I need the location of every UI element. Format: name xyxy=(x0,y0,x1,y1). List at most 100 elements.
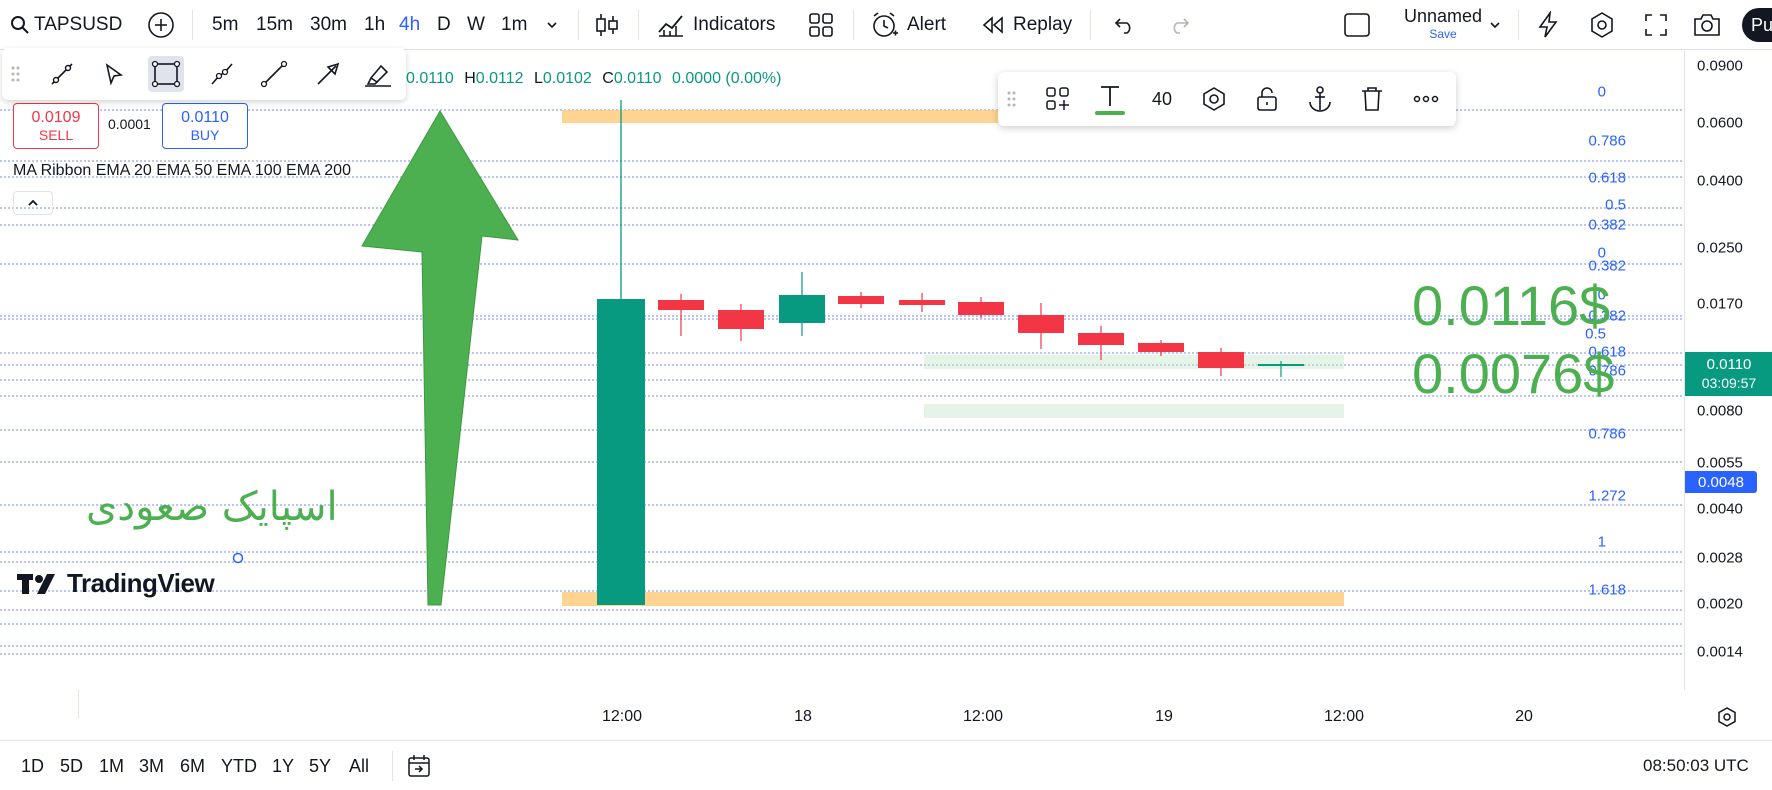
range-1d[interactable]: 1D xyxy=(21,741,44,790)
range-3m[interactable]: 3M xyxy=(139,741,164,790)
undo-icon xyxy=(1114,15,1136,35)
range-5d[interactable]: 5D xyxy=(60,741,83,790)
interval-d[interactable]: D xyxy=(437,0,451,50)
candle xyxy=(958,302,1004,315)
interval-15m[interactable]: 15m xyxy=(256,0,293,50)
highlighter-tool[interactable] xyxy=(360,56,396,92)
symbol-search[interactable]: TAPSUSD xyxy=(10,0,122,50)
sell-button[interactable]: 0.0109 SELL xyxy=(13,103,99,149)
anchor-button[interactable] xyxy=(1302,81,1338,117)
chart-pane[interactable]: 0 0.786 0.618 0.5 0.382 0 0.382 0 0.382 0.5 0.618 0… xyxy=(0,50,1684,690)
range-1y[interactable]: 1Y xyxy=(272,741,294,790)
interval-1m[interactable]: 1m xyxy=(501,0,527,50)
trend-line-tool[interactable] xyxy=(44,56,80,92)
drawing-settings-button[interactable] xyxy=(1196,81,1232,117)
arrow-tool[interactable] xyxy=(310,56,346,92)
price-axis[interactable]: 0.0900 0.0600 0.0400 0.0250 0.0170 0.008… xyxy=(1684,50,1772,690)
layout-menu-button[interactable] xyxy=(1343,0,1371,50)
range-label: All xyxy=(349,755,370,776)
drawing-settings-toolbar: 40 xyxy=(998,72,1456,126)
add-template-button[interactable] xyxy=(1040,81,1076,117)
divider xyxy=(392,751,393,781)
range-label: 1D xyxy=(21,755,45,776)
rectangle-tool[interactable] xyxy=(148,56,184,92)
drag-handle[interactable] xyxy=(1002,81,1020,117)
goto-date-button[interactable] xyxy=(406,741,432,790)
cursor-tool[interactable] xyxy=(96,56,132,92)
font-size-button[interactable]: 40 xyxy=(1144,81,1180,117)
drawing-price-marker: 0.0048 xyxy=(1685,471,1757,493)
divider xyxy=(853,10,854,40)
bar-countdown: 03:09:57 xyxy=(1701,375,1757,391)
price-tick: 0.0600 xyxy=(1697,114,1743,132)
up-arrow-drawing[interactable] xyxy=(361,110,519,606)
range-ytd[interactable]: YTD xyxy=(221,741,257,790)
text-color-button[interactable] xyxy=(1092,81,1128,117)
price-tick: 0.0020 xyxy=(1697,595,1743,613)
price-tick: 0.0400 xyxy=(1697,172,1743,190)
drag-handle[interactable] xyxy=(6,56,24,92)
interval-dropdown[interactable] xyxy=(545,0,559,50)
indicator-legend[interactable]: MA Ribbon EMA 20 EMA 50 EMA 100 EMA 200 xyxy=(13,162,351,180)
drawing-handle[interactable] xyxy=(232,552,244,564)
publish-button[interactable]: Pu xyxy=(1742,8,1772,42)
range-6m[interactable]: 6M xyxy=(180,741,205,790)
chevron-up-icon xyxy=(26,198,40,208)
layout-name-button[interactable]: Unnamed Save xyxy=(1388,6,1498,41)
fib-level-label: 0.786 xyxy=(1588,132,1626,150)
persian-annotation[interactable]: اسپایک صعودی xyxy=(86,482,338,532)
range-1m[interactable]: 1M xyxy=(99,741,124,790)
interval-label: 1h xyxy=(364,14,386,35)
settings-button[interactable] xyxy=(1588,0,1616,50)
open-value: 0.0110 xyxy=(406,70,454,87)
interval-30m[interactable]: 30m xyxy=(310,0,347,50)
range-all[interactable]: All xyxy=(349,741,369,790)
path-icon xyxy=(208,60,236,88)
indicators-button[interactable]: Indicators xyxy=(657,0,775,50)
utc-clock[interactable]: 08:50:03 UTC xyxy=(1643,741,1749,790)
price-annotation-2[interactable]: 0.0076$ xyxy=(1412,346,1614,402)
candle xyxy=(1138,343,1184,352)
delete-button[interactable] xyxy=(1354,81,1390,117)
fib-level-label: 1.272 xyxy=(1588,487,1626,505)
fullscreen-button[interactable] xyxy=(1644,0,1668,50)
interval-4h[interactable]: 4h xyxy=(399,0,420,50)
buy-button[interactable]: 0.0110 BUY xyxy=(162,103,248,149)
interval-5m[interactable]: 5m xyxy=(212,0,238,50)
chart-type-button[interactable] xyxy=(594,0,620,50)
price-tick: 0.0040 xyxy=(1697,500,1743,518)
replay-button[interactable]: Replay xyxy=(981,0,1072,50)
more-button[interactable] xyxy=(1408,81,1444,117)
undo-button[interactable] xyxy=(1114,0,1136,50)
quick-search-button[interactable] xyxy=(1534,0,1562,50)
line-tool[interactable] xyxy=(256,56,292,92)
price-annotation-1[interactable]: 0.0116$ xyxy=(1412,278,1610,334)
collapse-legend-button[interactable] xyxy=(13,191,53,215)
fib-band-bottom[interactable] xyxy=(562,592,1344,606)
lock-button[interactable] xyxy=(1249,81,1285,117)
indicators-label: Indicators xyxy=(693,14,776,35)
axis-settings-button[interactable] xyxy=(1716,706,1738,728)
compare-button[interactable] xyxy=(147,0,175,50)
buy-label: BUY xyxy=(190,127,220,143)
fib-level-label: 0.786 xyxy=(1588,425,1626,443)
top-toolbar: TAPSUSD 5m 15m 30m 1h 4h D W 1m Indicato… xyxy=(0,0,1772,50)
snapshot-button[interactable] xyxy=(1692,0,1722,50)
time-tick: 18 xyxy=(794,708,812,725)
layout-dropdown[interactable] xyxy=(1488,0,1502,50)
low-label: L xyxy=(533,70,543,87)
divider xyxy=(1090,10,1091,40)
drag-dots-icon xyxy=(1006,89,1016,109)
divider xyxy=(638,10,639,40)
alert-button[interactable]: Alert xyxy=(871,0,946,50)
range-5y[interactable]: 5Y xyxy=(309,741,331,790)
time-axis[interactable]: 12:00 18 12:00 19 12:00 20 xyxy=(0,690,1772,742)
price-tick: 0.0028 xyxy=(1697,549,1743,567)
interval-label: 15m xyxy=(256,14,293,35)
grid-icon xyxy=(808,12,834,38)
path-tool[interactable] xyxy=(204,56,240,92)
interval-w[interactable]: W xyxy=(467,0,485,50)
interval-1h[interactable]: 1h xyxy=(364,0,385,50)
layouts-button[interactable] xyxy=(808,0,834,50)
redo-button[interactable] xyxy=(1168,0,1190,50)
